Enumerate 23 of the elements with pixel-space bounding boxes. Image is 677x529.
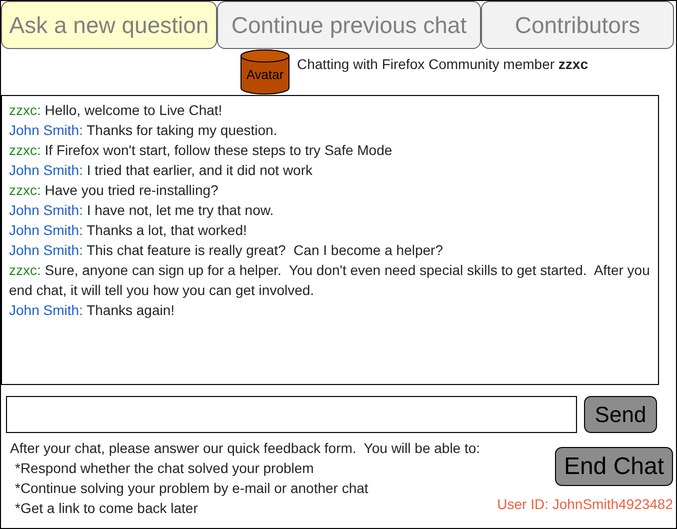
chat-message: zzxc: If Firefox won't start, follow these steps to try Safe Mode bbox=[9, 141, 394, 160]
message-input-field[interactable] bbox=[6, 396, 577, 433]
chat-header-text: Chatting with Firefox Community member zzxc bbox=[297, 55, 588, 74]
send-button[interactable]: Send bbox=[584, 396, 657, 433]
end-chat-button[interactable]: End Chat bbox=[555, 447, 673, 486]
chat-message: zzxc: Sure, anyone can sign up for a helper. You don't even need special skills to get started. After you end chat, it will tell you how you can get involved. bbox=[9, 261, 651, 300]
chat-message: John Smith: Thanks for taking my question. bbox=[9, 121, 278, 140]
chat-message: John Smith: I have not, let me try that now. bbox=[9, 201, 275, 220]
chat-message: zzxc: Have you tried re-installing? bbox=[9, 181, 220, 200]
user-id-text: User ID: JohnSmith4923482 bbox=[497, 495, 673, 514]
chat-message: John Smith: This chat feature is really great? Can I become a helper? bbox=[9, 241, 444, 260]
feedback-intro-text: After your chat, please answer our quick feedback form. You will be able to: bbox=[10, 439, 480, 458]
tab[interactable]: Continue previous chat bbox=[217, 1, 481, 49]
avatar-icon: Avatar bbox=[240, 49, 290, 95]
chat-message: John Smith: Thanks a lot, that worked! bbox=[9, 221, 248, 240]
feedback-list-item: *Respond whether the chat solved your problem bbox=[14, 459, 314, 478]
chat-message: John Smith: I tried that earlier, and it did not work bbox=[9, 161, 314, 180]
tab[interactable]: Ask a new question bbox=[1, 1, 217, 49]
chat-message: John Smith: Thanks again! bbox=[9, 301, 176, 320]
feedback-list-item: *Get a link to come back later bbox=[14, 499, 198, 518]
chat-message: zzxc: Hello, welcome to Live Chat! bbox=[9, 101, 224, 120]
tab[interactable]: Contributors bbox=[481, 1, 674, 49]
feedback-list-item: *Continue solving your problem by e-mail or another chat bbox=[14, 479, 368, 498]
